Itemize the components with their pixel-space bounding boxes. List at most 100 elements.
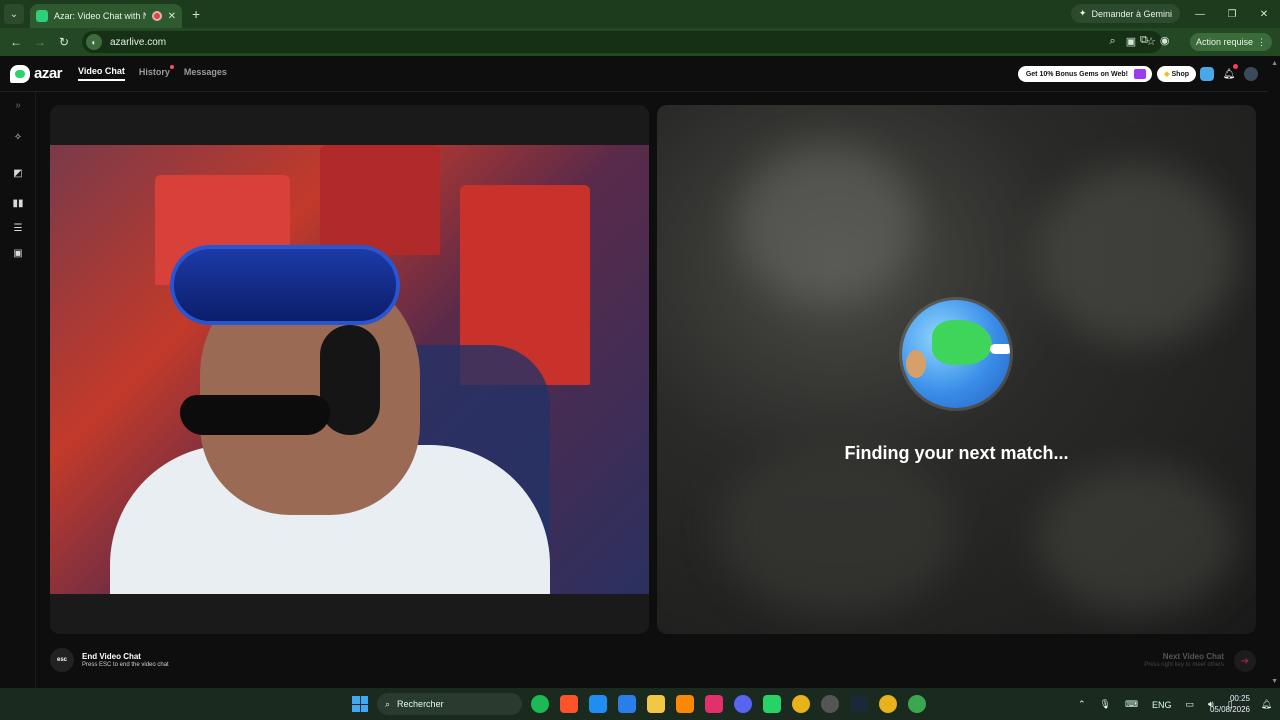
minimize-icon[interactable]: —: [1184, 0, 1216, 28]
nav-video-chat[interactable]: Video Chat: [78, 66, 125, 81]
instagram-icon[interactable]: [705, 695, 723, 713]
forward-icon[interactable]: →: [28, 35, 52, 49]
zoom-icon[interactable]: ⌕: [1110, 35, 1116, 48]
notifications-icon[interactable]: 🔔︎: [1261, 699, 1272, 710]
gemini-label: Demander à Gemini: [1091, 8, 1172, 19]
browser-toolbar: ← → ↻ ◐ azarlive.com ⌕ ▣ ☆: [0, 28, 1280, 56]
expand-sidebar-icon[interactable]: »: [0, 100, 36, 111]
gemini-icon: ✦: [1078, 8, 1087, 18]
blurred-background: [1037, 465, 1237, 615]
blurred-background: [1037, 165, 1237, 345]
azar-logo[interactable]: azar: [10, 64, 63, 83]
close-window-icon[interactable]: ✕: [1248, 0, 1280, 28]
windows-start-icon[interactable]: [352, 696, 368, 712]
tab-title: Azar: Video Chat with New: [54, 11, 146, 21]
search-icon: ⌕: [385, 698, 391, 709]
nav-history[interactable]: History: [138, 65, 174, 80]
nav-history-label: History: [138, 67, 170, 77]
blurred-background: [717, 445, 957, 615]
scroll-down-icon[interactable]: ▼: [1271, 678, 1278, 685]
gemini-button[interactable]: ✦ Demander à Gemini: [1070, 4, 1180, 23]
filter-icon[interactable]: ◩: [0, 168, 36, 179]
chrome-profile-icon[interactable]: [879, 695, 897, 713]
magic-wand-icon[interactable]: ✧: [0, 132, 36, 143]
layout-side-by-side-icon[interactable]: ▮▮: [0, 198, 36, 209]
notification-bell-icon[interactable]: 🔔︎: [1222, 64, 1238, 81]
brave-icon[interactable]: [560, 695, 578, 713]
back-icon[interactable]: ←: [4, 35, 28, 49]
store-icon[interactable]: [618, 695, 636, 713]
next-video-chat-hint: Press right key to meet others: [1144, 662, 1224, 668]
gift-icon: [1134, 69, 1146, 79]
scroll-up-icon[interactable]: ▲: [1271, 60, 1278, 67]
taskbar-search-placeholder: Rechercher: [397, 699, 444, 709]
self-camera-feed: [50, 145, 649, 594]
vlc-icon[interactable]: [676, 695, 694, 713]
keyboard-icon[interactable]: ⌨: [1125, 699, 1138, 710]
page-scrollbar[interactable]: [1268, 56, 1280, 688]
browser-tabbar: ⌄ Azar: Video Chat with New ✕ + ✦ Demand…: [0, 0, 1280, 28]
tab-list-icon[interactable]: ⌄: [4, 4, 24, 24]
extension-icons: ⧉ ◉: [1140, 34, 1169, 47]
clock-time: 00:25: [1229, 694, 1250, 703]
end-video-chat-title: End Video Chat: [82, 652, 141, 661]
shop-label: Shop: [1171, 70, 1190, 78]
next-video-chat-title: Next Video Chat: [1162, 652, 1224, 661]
app-header: azar Video Chat History Messages Get 10%…: [0, 56, 1268, 92]
layout-stacked-icon[interactable]: ☰: [0, 223, 36, 234]
url-text: azarlive.com: [110, 36, 167, 48]
left-sidebar: » ✧ ◩ ▮▮ ☰ ▣: [0, 92, 36, 688]
next-video-chat-button[interactable]: ➜: [1234, 650, 1256, 672]
cast-icon[interactable]: ▣: [1126, 35, 1136, 48]
history-notification-dot: [169, 65, 174, 69]
profile-icon[interactable]: ◉: [1160, 34, 1170, 47]
action-required-label: Action requise: [1195, 37, 1253, 47]
new-tab-icon[interactable]: +: [192, 6, 200, 22]
defender-icon[interactable]: [589, 695, 607, 713]
end-video-chat-button[interactable]: esc: [50, 648, 74, 672]
site-info-icon[interactable]: ◐: [86, 34, 102, 50]
match-video-panel: Finding your next match...: [657, 105, 1256, 634]
chrome-icon[interactable]: [792, 695, 810, 713]
taskbar-search[interactable]: ⌕ Rechercher: [377, 693, 522, 715]
layout-pip-icon[interactable]: ▣: [0, 248, 36, 259]
spotify-icon[interactable]: [531, 695, 549, 713]
file-explorer-icon[interactable]: [647, 695, 665, 713]
action-required-button[interactable]: Action requise ⋮: [1189, 33, 1272, 51]
address-bar[interactable]: ◐ azarlive.com ⌕ ▣ ☆: [82, 31, 1162, 53]
recording-icon: [151, 11, 162, 21]
finding-match-text: Finding your next match...: [844, 443, 1069, 463]
clock-date: 05/08/2026: [1209, 705, 1250, 714]
whatsapp-icon[interactable]: [763, 695, 781, 713]
chrome-active-icon[interactable]: [908, 695, 926, 713]
chevron-up-icon[interactable]: ⌃: [1078, 699, 1086, 710]
reload-icon[interactable]: ↻: [52, 35, 76, 49]
user-avatar[interactable]: [1244, 67, 1258, 81]
end-video-chat-hint: Press ESC to end the video chat: [82, 662, 169, 668]
restore-icon[interactable]: ❐: [1216, 0, 1248, 28]
chat-bubble-icon[interactable]: [1200, 67, 1214, 81]
azar-favicon-icon: [36, 10, 48, 22]
menu-dots-icon: ⋮: [1257, 36, 1266, 47]
network-icon[interactable]: ▭: [1186, 699, 1195, 710]
self-video-panel: [50, 105, 649, 634]
steam-icon[interactable]: [850, 695, 868, 713]
sunglasses: [180, 395, 330, 435]
app-icon[interactable]: [821, 695, 839, 713]
header-icons: 🔔︎: [1200, 64, 1258, 81]
nav-messages[interactable]: Messages: [184, 67, 227, 80]
discord-icon[interactable]: [734, 695, 752, 713]
system-clock[interactable]: 00:25 05/08/2026: [1210, 693, 1250, 715]
globe-icon: [902, 300, 1010, 408]
browser-tab[interactable]: Azar: Video Chat with New ✕: [30, 4, 182, 28]
microphone-icon[interactable]: 🎙︎: [1100, 699, 1111, 710]
extensions-icon[interactable]: ⧉: [1140, 34, 1148, 47]
bonus-gems-button[interactable]: Get 10% Bonus Gems on Web!: [1017, 66, 1152, 82]
wall-shirt: [320, 145, 440, 255]
ski-goggles: [170, 245, 400, 325]
language-indicator[interactable]: ENG: [1152, 700, 1172, 710]
close-tab-icon[interactable]: ✕: [168, 11, 176, 22]
shop-button[interactable]: ◆ Shop: [1157, 66, 1196, 82]
azar-logo-icon: [10, 64, 30, 83]
gem-icon: ◆: [1164, 71, 1170, 78]
